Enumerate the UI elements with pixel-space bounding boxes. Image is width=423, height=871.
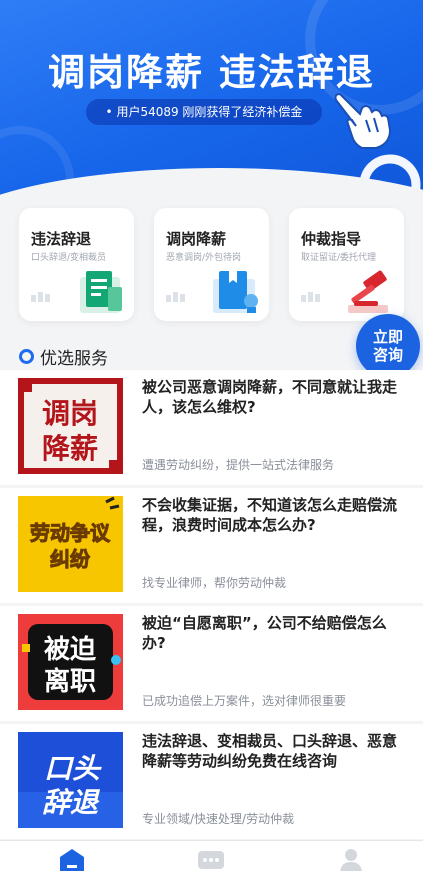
service-desc: 找专业律师，帮你劳动仲裁 [142,576,287,590]
service-desc: 遭遇劳动纠纷，提供一站式法律服务 [142,458,335,472]
thumbnail-text: 口头 [44,752,102,785]
service-desc: 专业领域/快速处理/劳动仲裁 [142,812,295,826]
service-title: 不会收集证据，不知道该怎么走赔偿流程，浪费时间成本怎么办? [142,496,398,534]
consult-label-line1: 立即 [372,328,403,346]
thumbnail-text: 辞退 [42,786,101,819]
category-title: 仲裁指导 [301,230,362,248]
hero-banner: 调岗降薪 违法辞退 • 用户54089 刚刚获得了经济补偿金 [0,0,423,205]
user-icon[interactable] [337,847,365,871]
service-thumbnail: 劳动争议 纠纷 [18,496,123,592]
service-title: 被迫“自愿离职”，公司不给赔偿怎么办? [142,614,387,652]
consult-label-line2: 咨询 [372,346,403,364]
service-title: 被公司恶意调岗降薪，不同意就让我走人，该怎么维权? [142,378,398,416]
service-item[interactable]: 调岗 降薪 被公司恶意调岗降薪，不同意就让我走人，该怎么维权? 遭遇劳动纠纷，提… [0,370,423,485]
section-title: 优选服务 [40,349,108,369]
home-icon[interactable] [58,847,86,871]
message-icon[interactable] [197,847,225,871]
category-subtitle: 取证留证/委托代理 [301,253,377,263]
consult-now-button[interactable]: 立即 咨询 [356,314,420,378]
thumbnail-text: 被迫 [44,635,97,665]
service-item[interactable]: 劳动争议 纠纷 不会收集证据，不知道该怎么走赔偿流程，浪费时间成本怎么办? 找专… [0,488,423,603]
service-item[interactable]: 被迫 离职 被迫“自愿离职”，公司不给赔偿怎么办? 已成功追偿上万案件，选对律师… [0,606,423,721]
section-header: 优选服务 [19,344,108,369]
service-title: 违法辞退、变相裁员、口头辞退、恶意降薪等劳动纠纷免费在线咨询 [142,732,398,770]
thumbnail-text: 调岗 [42,397,98,430]
pointing-hand-icon [334,92,392,149]
service-thumbnail: 被迫 离职 [18,614,123,710]
bars-icon [301,292,320,302]
thumbnail-text: 降薪 [42,432,98,465]
service-item[interactable]: 口头 辞退 违法辞退、变相裁员、口头辞退、恶意降薪等劳动纠纷免费在线咨询 专业领… [0,724,423,839]
document-icon [80,271,122,313]
service-thumbnail: 口头 辞退 [18,732,123,828]
service-thumbnail: 调岗 降薪 [18,378,123,474]
bars-icon [166,292,185,302]
bottom-tab-bar [0,840,423,871]
category-card-arbitration[interactable]: 仲裁指导 取证留证/委托代理 [289,208,404,321]
thumbnail-text: 纠纷 [50,547,90,571]
category-title: 调岗降薪 [166,230,227,248]
category-title: 违法辞退 [31,230,92,248]
ring-icon [19,349,34,364]
gavel-icon [348,270,388,313]
bars-icon [31,292,50,302]
thumbnail-text: 劳动争议 [30,521,111,545]
category-card-dismissal[interactable]: 违法辞退 口头辞退/变相裁员 [19,208,134,321]
category-card-salary[interactable]: 调岗降薪 恶意调岗/外包待岗 [154,208,269,321]
service-desc: 已成功追偿上万案件，选对律师很重要 [142,694,347,708]
hero-notice: • 用户54089 刚刚获得了经济补偿金 [86,99,322,125]
category-subtitle: 口头辞退/变相裁员 [31,253,107,263]
book-icon [213,271,258,313]
thumbnail-text: 离职 [44,666,96,697]
category-subtitle: 恶意调岗/外包待岗 [166,253,242,263]
